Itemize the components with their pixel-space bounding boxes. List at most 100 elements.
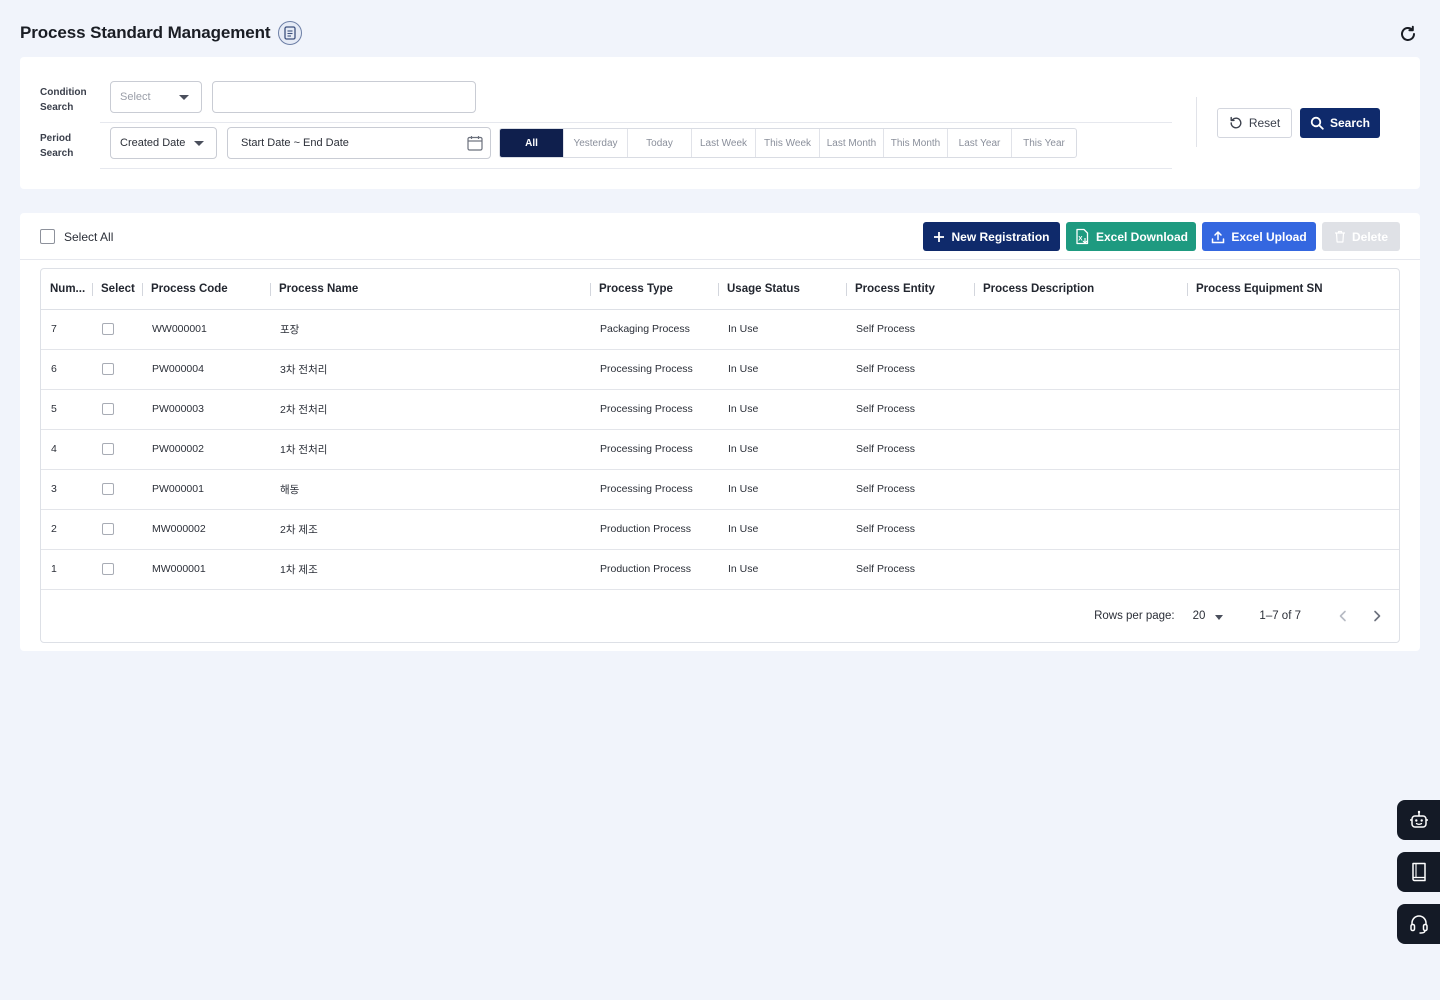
page-title: Process Standard Management xyxy=(20,23,271,42)
cell-description xyxy=(974,389,1187,430)
previous-page-button[interactable] xyxy=(1331,604,1355,628)
rows-per-page-select[interactable]: 20 xyxy=(1193,610,1224,622)
column-header-process-entity[interactable]: Process Entity xyxy=(846,269,974,310)
cell-entity: Self Process xyxy=(846,549,974,590)
column-header-process-code[interactable]: Process Code xyxy=(142,269,270,310)
checkbox[interactable] xyxy=(40,229,55,244)
cell-description xyxy=(974,469,1187,510)
manual-button[interactable] xyxy=(1397,852,1440,892)
period-type-select[interactable]: Created Date xyxy=(110,127,217,159)
table-row[interactable]: 7 WW000001 포장 Packaging Process In Use Self P… xyxy=(41,309,1399,350)
row-checkbox[interactable] xyxy=(102,363,114,376)
cell-type: Processing Process xyxy=(590,469,718,510)
table-row[interactable]: 2 MW000002 2차 제조 Production Process In Use Se… xyxy=(41,509,1399,550)
column-header-process-equipment-sn[interactable]: Process Equipment SN xyxy=(1187,269,1399,310)
period-quick-filters: All Yesterday Today Last Week This Week Last … xyxy=(499,128,1077,158)
chevron-down-icon xyxy=(1215,614,1224,620)
row-checkbox[interactable] xyxy=(102,563,114,576)
next-page-button[interactable] xyxy=(1365,604,1389,628)
table-row[interactable]: 5 PW000003 2차 전처리 Processing Process In Use S… xyxy=(41,389,1399,430)
cell-equipment-sn xyxy=(1187,429,1399,470)
cell-num: 3 xyxy=(41,469,92,510)
cell-name: 포장 xyxy=(270,309,590,350)
cell-entity: Self Process xyxy=(846,429,974,470)
cell-num: 6 xyxy=(41,349,92,390)
column-header-process-type[interactable]: Process Type xyxy=(590,269,718,310)
cell-code: WW000001 xyxy=(142,309,270,350)
page-header: Process Standard Management xyxy=(20,18,1420,48)
period-filter-this-month[interactable]: This Month xyxy=(884,129,948,157)
cell-type: Processing Process xyxy=(590,389,718,430)
rows-per-page-value: 20 xyxy=(1192,610,1206,622)
row-checkbox[interactable] xyxy=(102,443,114,456)
table-row[interactable]: 1 MW000001 1차 제조 Production Process In Use Se… xyxy=(41,549,1399,590)
cell-name: 2차 제조 xyxy=(270,509,590,550)
reset-button[interactable]: Reset xyxy=(1217,108,1292,138)
table-row[interactable]: 3 PW000001 해동 Processing Process In Use Self … xyxy=(41,469,1399,510)
period-filter-last-week[interactable]: Last Week xyxy=(692,129,756,157)
column-header-select[interactable]: Select xyxy=(92,269,142,310)
condition-select[interactable]: Select xyxy=(110,81,202,113)
condition-select-value: Select xyxy=(120,91,151,103)
reset-icon xyxy=(1230,116,1242,129)
divider xyxy=(100,122,1172,123)
delete-button[interactable]: Delete xyxy=(1322,222,1400,251)
refresh-icon[interactable] xyxy=(1396,22,1420,46)
new-registration-button[interactable]: New Registration xyxy=(923,222,1060,251)
cell-description xyxy=(974,429,1187,470)
period-filter-all[interactable]: All xyxy=(500,129,564,157)
book-icon xyxy=(1411,862,1426,882)
calendar-icon[interactable] xyxy=(466,134,484,155)
cell-equipment-sn xyxy=(1187,309,1399,350)
search-label: Search xyxy=(1329,116,1371,130)
cell-equipment-sn xyxy=(1187,469,1399,510)
cell-entity: Self Process xyxy=(846,389,974,430)
period-filter-last-month[interactable]: Last Month xyxy=(820,129,884,157)
excel-download-button[interactable]: X Excel Download xyxy=(1066,222,1196,251)
column-header-process-name[interactable]: Process Name xyxy=(270,269,590,310)
cell-num: 1 xyxy=(41,549,92,590)
cell-status: In Use xyxy=(718,429,846,470)
table-header-row: Num... Select Process Code Process Name … xyxy=(41,269,1399,310)
period-filter-last-year[interactable]: Last Year xyxy=(948,129,1012,157)
row-checkbox[interactable] xyxy=(102,323,114,336)
search-button[interactable]: Search xyxy=(1300,108,1380,138)
cell-equipment-sn xyxy=(1187,509,1399,550)
divider xyxy=(100,168,1172,169)
cell-description xyxy=(974,349,1187,390)
row-select-cell xyxy=(92,349,142,390)
row-checkbox[interactable] xyxy=(102,483,114,496)
document-icon[interactable] xyxy=(277,21,302,45)
row-checkbox[interactable] xyxy=(102,403,114,416)
date-range-picker[interactable]: Start Date ~ End Date xyxy=(227,127,491,159)
period-filter-today[interactable]: Today xyxy=(628,129,692,157)
row-select-cell xyxy=(92,509,142,550)
period-filter-this-week[interactable]: This Week xyxy=(756,129,820,157)
condition-search-input[interactable] xyxy=(212,81,476,113)
chatbot-button[interactable] xyxy=(1397,800,1440,840)
robot-icon xyxy=(1409,810,1428,828)
table-row[interactable]: 4 PW000002 1차 전처리 Processing Process In Use S… xyxy=(41,429,1399,470)
search-icon xyxy=(1310,116,1324,130)
cell-code: PW000002 xyxy=(142,429,270,470)
cell-code: PW000001 xyxy=(142,469,270,510)
column-header-usage-status[interactable]: Usage Status xyxy=(718,269,846,310)
delete-label: Delete xyxy=(1351,229,1389,244)
chevron-right-icon xyxy=(1374,610,1381,622)
period-filter-yesterday[interactable]: Yesterday xyxy=(564,129,628,157)
select-all-checkbox[interactable]: Select All xyxy=(40,229,113,244)
support-button[interactable] xyxy=(1397,904,1440,944)
excel-upload-button[interactable]: Excel Upload xyxy=(1202,222,1316,251)
row-checkbox[interactable] xyxy=(102,523,114,536)
column-header-num[interactable]: Num... xyxy=(41,269,92,310)
cell-name: 1차 제조 xyxy=(270,549,590,590)
cell-entity: Self Process xyxy=(846,349,974,390)
cell-status: In Use xyxy=(718,509,846,550)
period-filter-this-year[interactable]: This Year xyxy=(1012,129,1076,157)
date-range-placeholder: Start Date ~ End Date xyxy=(241,137,349,149)
cell-status: In Use xyxy=(718,389,846,430)
cell-num: 4 xyxy=(41,429,92,470)
table-row[interactable]: 6 PW000004 3차 전처리 Processing Process In Use S… xyxy=(41,349,1399,390)
column-header-process-description[interactable]: Process Description xyxy=(974,269,1187,310)
cell-code: MW000002 xyxy=(142,509,270,550)
